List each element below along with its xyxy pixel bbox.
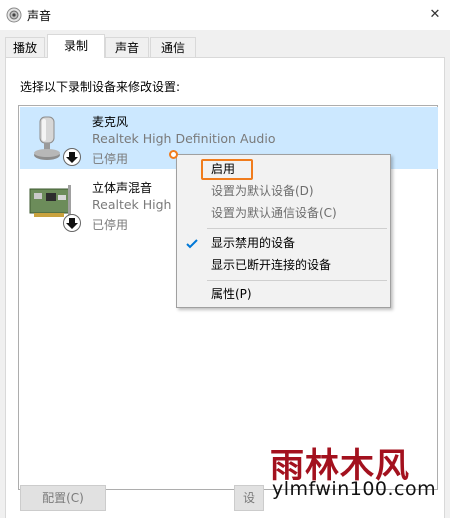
instruction-text: 选择以下录制设备来修改设置: bbox=[20, 80, 181, 94]
speaker-icon bbox=[6, 7, 22, 23]
tab-communications[interactable]: 通信 bbox=[150, 37, 196, 58]
disabled-arrow-icon bbox=[63, 214, 81, 232]
menu-item-set-default-comm[interactable]: 设置为默认通信设备(C) bbox=[179, 203, 388, 223]
menu-item-set-default[interactable]: 设置为默认设备(D) bbox=[179, 181, 388, 201]
close-button[interactable]: ✕ bbox=[420, 0, 450, 30]
set-default-button[interactable]: 设 bbox=[234, 485, 264, 511]
device-driver: Realtek High Definition Audio bbox=[92, 131, 276, 146]
tab-sounds[interactable]: 声音 bbox=[105, 37, 149, 58]
menu-separator bbox=[207, 280, 387, 281]
device-name: 立体声混音 bbox=[92, 181, 153, 195]
context-menu: 启用 设置为默认设备(D) 设置为默认通信设备(C) 显示禁用的设备 显示已断开… bbox=[176, 154, 391, 308]
watermark-url: ylmfwin100.com bbox=[272, 478, 437, 500]
close-icon: ✕ bbox=[429, 7, 441, 22]
menu-item-show-disabled[interactable]: 显示禁用的设备 bbox=[179, 233, 388, 253]
cursor-indicator bbox=[169, 150, 178, 159]
window-title: 声音 bbox=[27, 9, 52, 23]
tab-playback[interactable]: 播放 bbox=[5, 37, 45, 58]
menu-item-enable[interactable]: 启用 bbox=[179, 159, 388, 179]
menu-item-show-disconnected[interactable]: 显示已断开连接的设备 bbox=[179, 255, 388, 275]
menu-separator bbox=[207, 228, 387, 229]
disabled-arrow-icon bbox=[63, 148, 81, 166]
configure-button[interactable]: 配置(C) bbox=[20, 485, 106, 511]
device-status: 已停用 bbox=[92, 218, 129, 232]
tab-recording[interactable]: 录制 bbox=[47, 34, 105, 58]
device-status: 已停用 bbox=[92, 152, 129, 166]
device-name: 麦克风 bbox=[92, 115, 129, 129]
title-bar: 声音 ✕ bbox=[0, 0, 450, 30]
menu-item-properties[interactable]: 属性(P) bbox=[179, 284, 388, 304]
